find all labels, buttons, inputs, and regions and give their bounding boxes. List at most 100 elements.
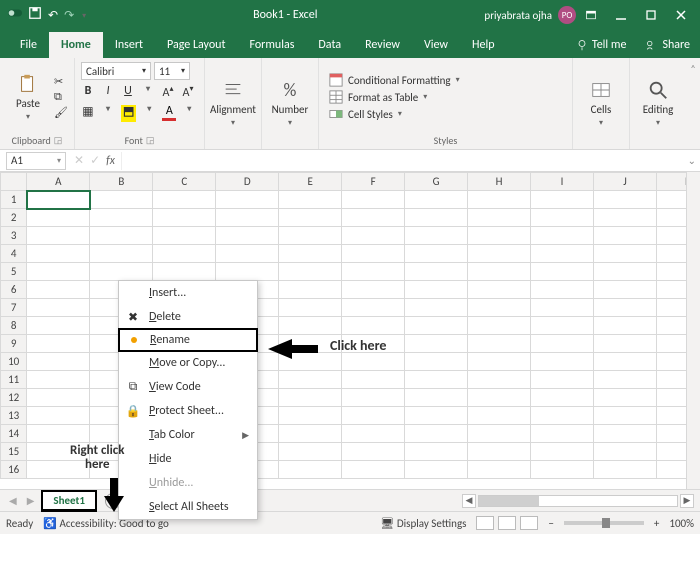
cell[interactable] (405, 335, 468, 353)
fill-color-icon[interactable]: ⬒ (121, 104, 136, 121)
cell[interactable] (279, 425, 342, 443)
cell[interactable] (468, 209, 531, 227)
cell[interactable] (279, 245, 342, 263)
row-header[interactable]: 12 (1, 389, 27, 407)
tab-help[interactable]: Help (460, 32, 507, 58)
cell[interactable] (531, 263, 594, 281)
cell[interactable] (468, 353, 531, 371)
conditional-formatting-button[interactable]: Conditional Formatting▾ (329, 73, 460, 87)
zoom-out[interactable]: − (548, 517, 553, 530)
row-header[interactable]: 7 (1, 299, 27, 317)
cell[interactable] (216, 227, 279, 245)
col-header[interactable]: B (90, 173, 153, 191)
cell[interactable] (531, 371, 594, 389)
cell[interactable] (531, 245, 594, 263)
cell[interactable] (593, 407, 656, 425)
tab-review[interactable]: Review (353, 32, 412, 58)
row-header[interactable]: 11 (1, 371, 27, 389)
cell[interactable] (27, 191, 90, 209)
cell[interactable] (153, 209, 216, 227)
cell[interactable] (342, 443, 405, 461)
cell[interactable] (468, 191, 531, 209)
increase-font-icon[interactable]: A▴ (161, 84, 175, 100)
cell[interactable] (593, 281, 656, 299)
ribbon-options-icon[interactable] (576, 0, 606, 30)
sheet-tab-sheet1[interactable]: Sheet1 (41, 490, 97, 512)
maximize-button[interactable] (636, 0, 666, 30)
cell[interactable] (27, 263, 90, 281)
row-header[interactable]: 5 (1, 263, 27, 281)
tab-page-layout[interactable]: Page Layout (155, 32, 237, 58)
autosave-toggle[interactable] (8, 6, 22, 24)
col-header[interactable]: E (279, 173, 342, 191)
cell[interactable] (279, 371, 342, 389)
cell[interactable] (468, 245, 531, 263)
cell[interactable] (531, 407, 594, 425)
col-header[interactable]: G (405, 173, 468, 191)
cell[interactable] (468, 371, 531, 389)
cell[interactable] (153, 245, 216, 263)
cell[interactable] (27, 299, 90, 317)
cell[interactable] (405, 407, 468, 425)
cell[interactable] (27, 425, 90, 443)
expand-formula-bar[interactable]: ⌄ (688, 154, 696, 167)
ctx-tab-color[interactable]: Tab Color▶ (119, 423, 257, 447)
cell[interactable] (405, 371, 468, 389)
cell[interactable] (90, 245, 153, 263)
cell[interactable] (405, 443, 468, 461)
close-button[interactable] (666, 0, 696, 30)
row-header[interactable]: 3 (1, 227, 27, 245)
cell[interactable] (405, 191, 468, 209)
cell[interactable] (531, 317, 594, 335)
cell[interactable] (90, 227, 153, 245)
cell[interactable] (279, 443, 342, 461)
row-header[interactable]: 6 (1, 281, 27, 299)
cell[interactable] (342, 389, 405, 407)
horizontal-scrollbar[interactable] (478, 495, 678, 507)
cell[interactable] (531, 209, 594, 227)
format-as-table-button[interactable]: Format as Table▾ (329, 90, 460, 104)
view-page-break-icon[interactable] (520, 516, 538, 530)
cell[interactable] (531, 191, 594, 209)
cell[interactable] (593, 263, 656, 281)
enter-icon[interactable]: ✓ (90, 153, 100, 168)
cell[interactable] (468, 299, 531, 317)
cell[interactable] (593, 245, 656, 263)
ctx-move-or-copy[interactable]: Move or Copy... (119, 351, 257, 375)
cell-styles-button[interactable]: Cell Styles▾ (329, 107, 460, 121)
view-normal-icon[interactable] (476, 516, 494, 530)
cell[interactable] (342, 371, 405, 389)
cell[interactable] (593, 461, 656, 479)
cell[interactable] (279, 227, 342, 245)
cell[interactable] (593, 371, 656, 389)
cell[interactable] (593, 425, 656, 443)
cell[interactable] (216, 209, 279, 227)
cell[interactable] (593, 209, 656, 227)
tab-formulas[interactable]: Formulas (237, 32, 306, 58)
tab-home[interactable]: Home (49, 32, 103, 58)
share-button[interactable]: Share (636, 32, 700, 58)
col-header[interactable]: C (153, 173, 216, 191)
row-header[interactable]: 1 (1, 191, 27, 209)
save-icon[interactable] (28, 6, 42, 24)
redo-icon[interactable]: ↷ (64, 8, 74, 23)
tell-me[interactable]: Tell me (566, 32, 637, 58)
cut-icon[interactable]: ✂ (54, 75, 68, 88)
cell[interactable] (27, 353, 90, 371)
alignment-button[interactable]: Alignment ▾ (211, 74, 255, 134)
cell[interactable] (216, 263, 279, 281)
row-header[interactable]: 15 (1, 443, 27, 461)
zoom-in[interactable]: + (654, 517, 659, 530)
font-color-icon[interactable]: A (162, 104, 176, 121)
cell[interactable] (279, 317, 342, 335)
cell[interactable] (342, 299, 405, 317)
cell[interactable] (279, 191, 342, 209)
font-name-select[interactable]: Calibri▾ (81, 62, 151, 80)
cell[interactable] (468, 461, 531, 479)
cell[interactable] (27, 317, 90, 335)
cell[interactable] (342, 245, 405, 263)
col-header[interactable]: J (593, 173, 656, 191)
cell[interactable] (216, 191, 279, 209)
cell[interactable] (405, 299, 468, 317)
cell[interactable] (153, 263, 216, 281)
